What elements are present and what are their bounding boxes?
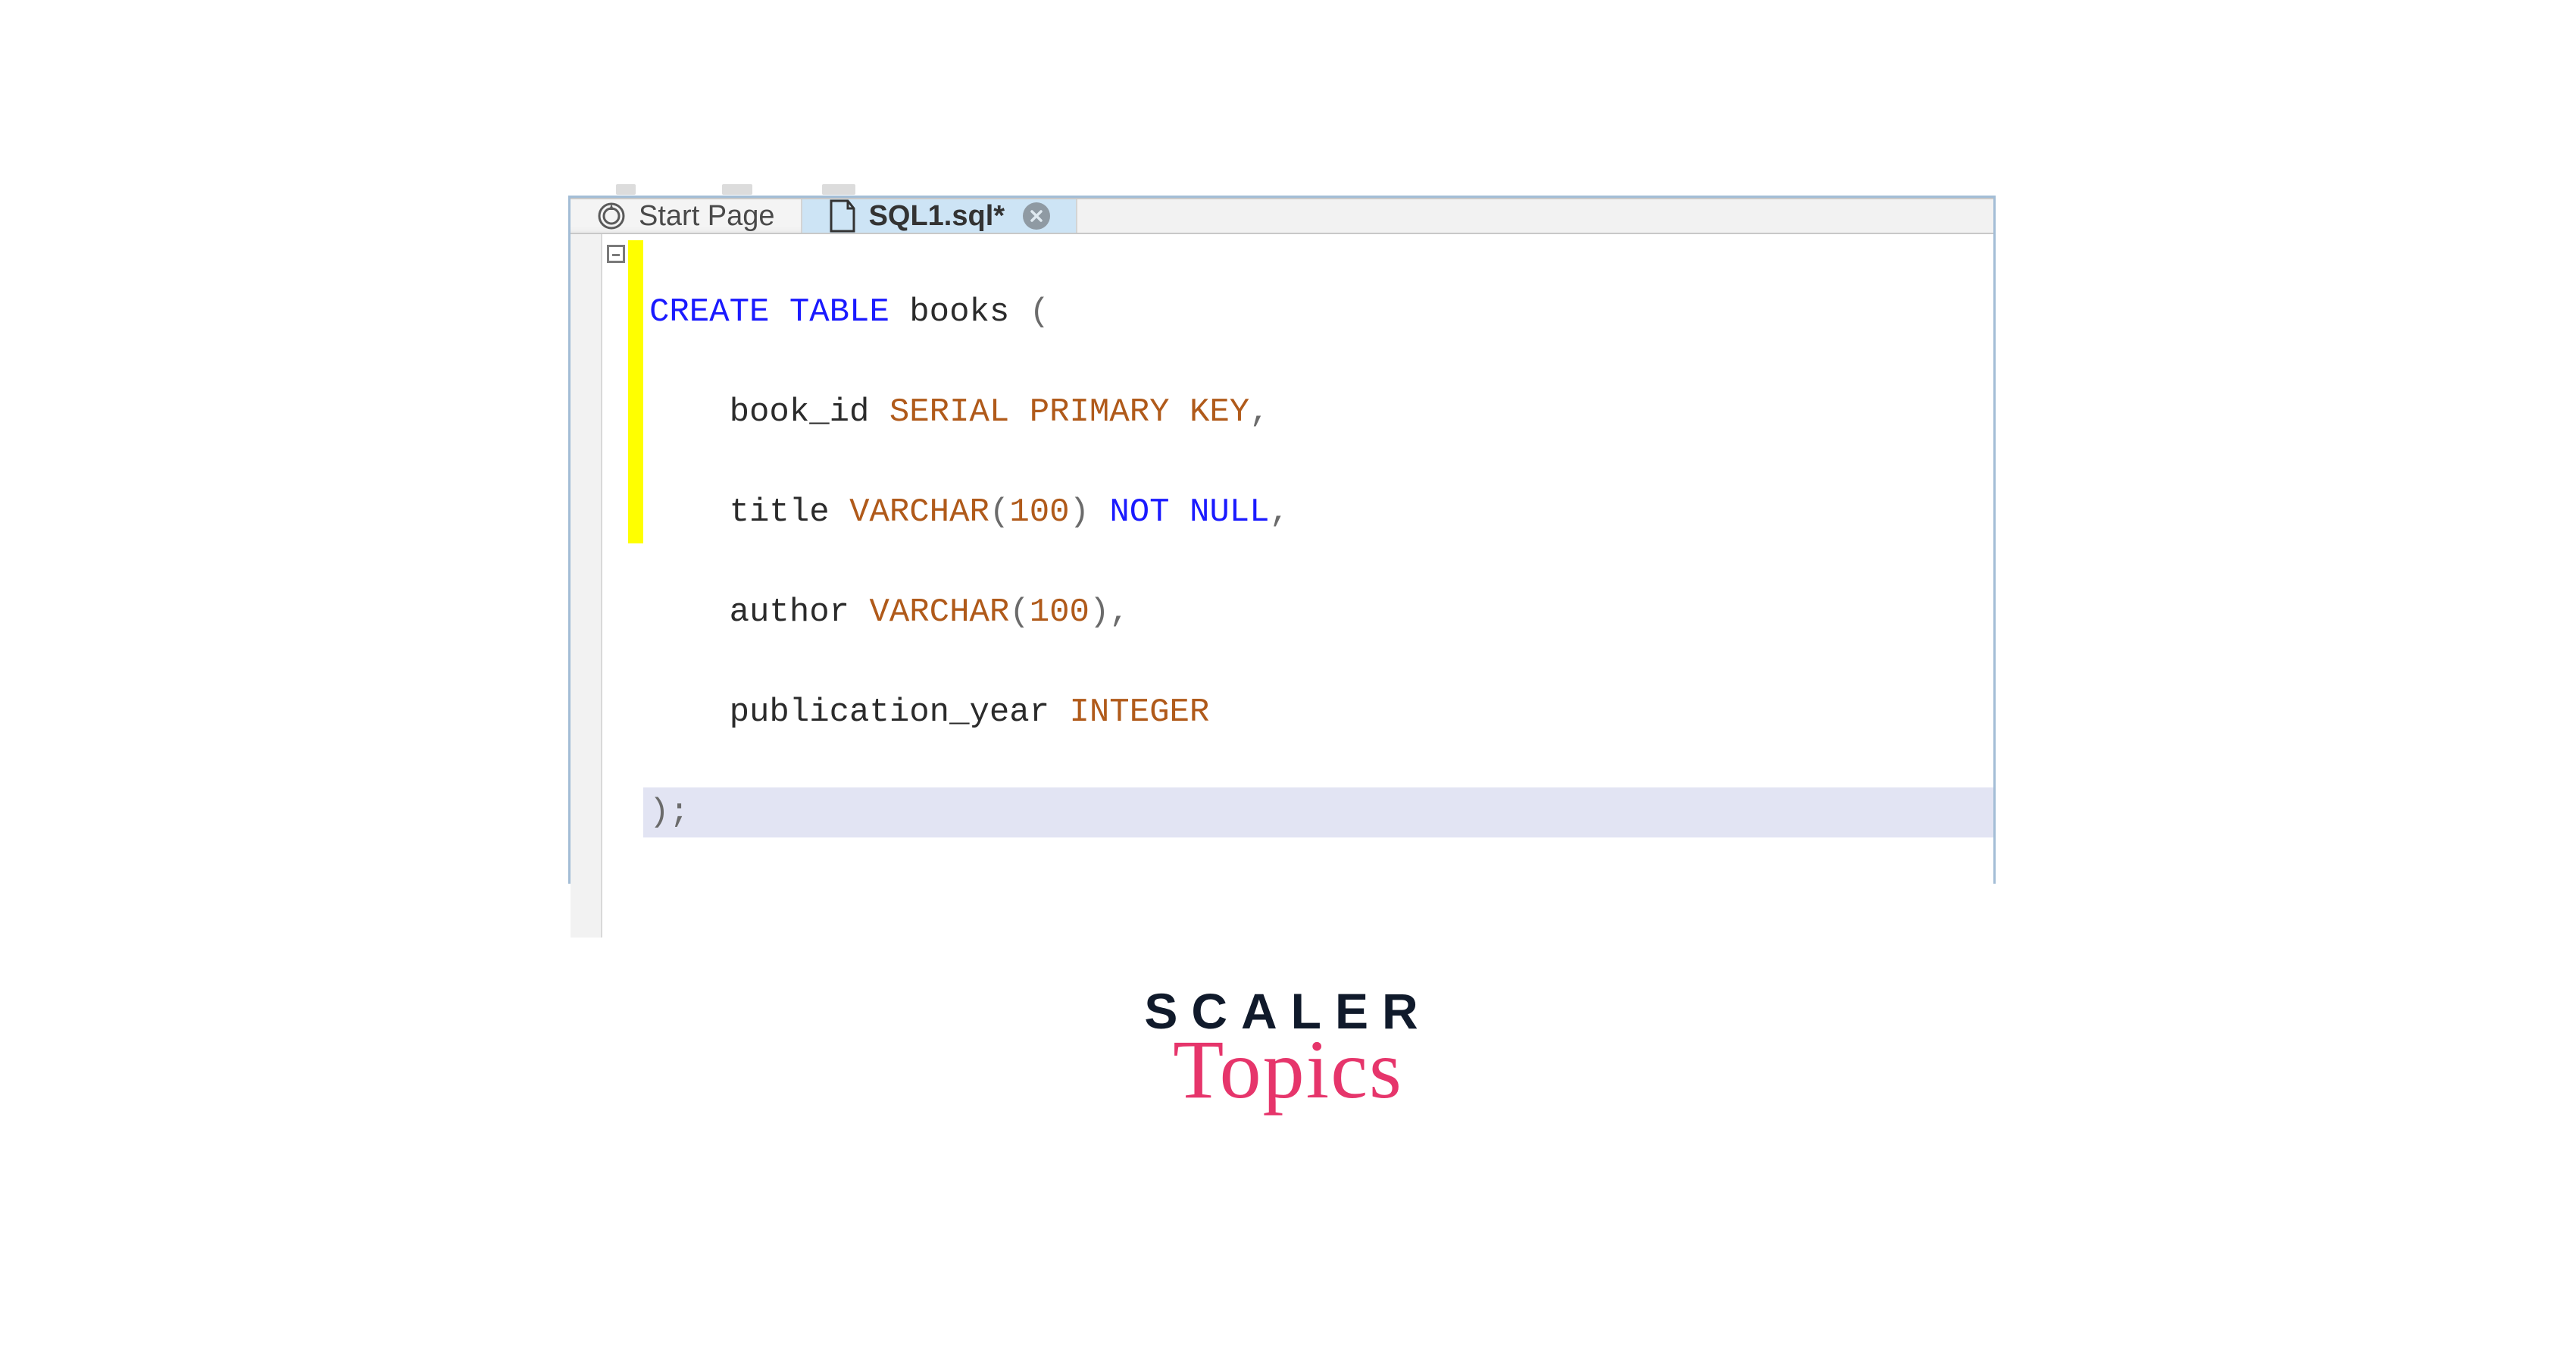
- toolbar-icon-stub: [722, 184, 752, 195]
- code-line: title VARCHAR(100) NOT NULL,: [643, 487, 1993, 537]
- compass-icon: [596, 201, 627, 231]
- code-editor[interactable]: CREATE TABLE books ( book_id SERIAL PRIM…: [571, 234, 1993, 938]
- tab-label: Start Page: [639, 200, 775, 233]
- code-line: CREATE TABLE books (: [643, 287, 1993, 337]
- code-area[interactable]: CREATE TABLE books ( book_id SERIAL PRIM…: [643, 234, 1993, 938]
- close-icon[interactable]: [1023, 202, 1050, 230]
- toolbar-icon-stub: [822, 184, 855, 195]
- tab-label: SQL1.sql*: [869, 200, 1005, 233]
- toolbar-cropped: [571, 198, 1993, 199]
- code-line: book_id SERIAL PRIMARY KEY,: [643, 387, 1993, 437]
- breakpoint-gutter[interactable]: [571, 234, 602, 938]
- tab-sql-file[interactable]: SQL1.sql*: [802, 199, 1078, 233]
- scaler-topics-logo: SCALER Topics: [1121, 982, 1455, 1118]
- fold-toggle-icon[interactable]: [607, 245, 625, 263]
- sql-file-icon: [828, 199, 857, 233]
- editor-window: Start Page SQL1.sql* CREATE TABLE books …: [568, 196, 1996, 884]
- code-line: author VARCHAR(100),: [643, 587, 1993, 637]
- tab-bar: Start Page SQL1.sql*: [571, 199, 1993, 234]
- code-line-active: );: [643, 787, 1993, 837]
- code-line: publication_year INTEGER: [643, 687, 1993, 737]
- change-marker: [628, 240, 643, 543]
- tab-start-page[interactable]: Start Page: [571, 199, 802, 233]
- toolbar-icon-stub: [616, 184, 636, 195]
- marker-gutter[interactable]: [602, 234, 643, 938]
